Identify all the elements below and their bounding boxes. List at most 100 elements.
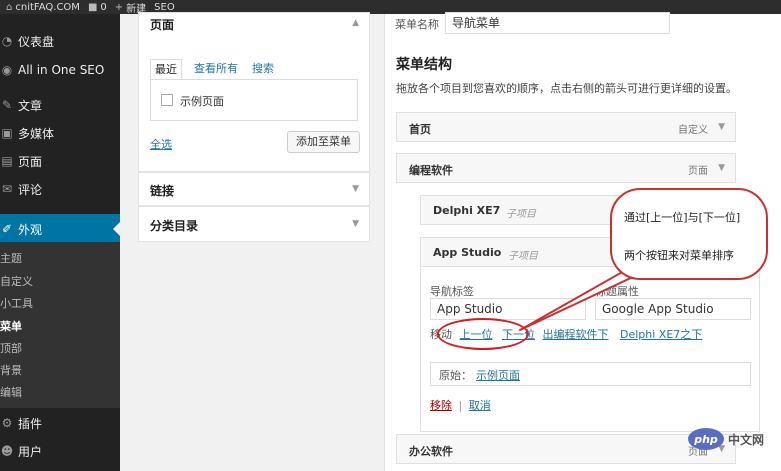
menu-item-type: 自定义 — [678, 125, 708, 136]
menu-item-programming[interactable]: 编程软件 页面 ▼ — [396, 153, 736, 183]
site-name: cnitFAQ.COM — [15, 1, 80, 13]
sidebar-item-plugins[interactable]: ⚙ 插件 — [0, 412, 120, 434]
submenu-item-background[interactable]: 背景 — [0, 362, 22, 378]
menu-item-home[interactable]: 首页 自定义 ▼ — [396, 112, 736, 142]
sidebar-item-label: 文章 — [18, 98, 43, 113]
sidebar-item-posts[interactable]: ✎ 文章 — [0, 94, 120, 116]
submenu-item-menus[interactable]: 菜单 — [0, 318, 22, 334]
nav-label-input[interactable]: App Studio — [430, 298, 586, 320]
annotation-line-2: 两个按钮来对菜单排序 — [624, 249, 734, 262]
original-page-link[interactable]: 示例页面 — [476, 367, 520, 383]
plus-icon: + — [114, 1, 124, 13]
comment-bubble-icon: ■ — [87, 1, 98, 13]
submenu-item-header[interactable]: 顶部 — [0, 340, 22, 356]
pages-metabox-title: 页面 — [150, 18, 175, 32]
action-separator: | — [458, 399, 463, 412]
sidebar-item-comments[interactable]: ✉ 评论 — [0, 178, 120, 200]
comments-count: 0 — [100, 1, 107, 13]
sidebar-item-seo[interactable]: ◉ All in One SEO — [0, 59, 120, 81]
menu-item-title: App Studio — [433, 246, 502, 259]
php-watermark: php 中文网 — [688, 426, 764, 452]
tab-search[interactable]: 搜索 — [252, 59, 274, 79]
plugin-icon: ⚙ — [1, 416, 13, 430]
tab-recent[interactable]: 最近 — [150, 59, 182, 79]
annotation-bubble: 通过[上一位]与[下一位] 两个按钮来对菜单排序 — [610, 188, 768, 280]
sidebar-item-label: 插件 — [18, 416, 43, 431]
nav-label-label: 导航标签 — [430, 285, 474, 298]
sidebar-item-label: 多媒体 — [18, 126, 55, 141]
media-icon: ▣ — [1, 126, 13, 140]
menu-name-label: 菜单名称 — [395, 18, 439, 31]
original-label: 原始： — [439, 369, 472, 382]
submenu-item-widgets[interactable]: 小工具 — [0, 295, 33, 311]
sidebar-item-label: 评论 — [18, 182, 43, 197]
menu-item-type: 页面 — [688, 166, 708, 177]
pages-tabs: 最近 查看所有 搜索 — [150, 59, 358, 79]
original-box: 原始： 示例页面 — [430, 362, 751, 386]
menu-structure-title: 菜单结构 — [396, 57, 452, 73]
sidebar-item-label: 外观 — [18, 222, 43, 237]
sidebar-item-label: 仪表盘 — [18, 34, 55, 49]
user-icon: ☻ — [0, 444, 14, 458]
appearance-submenu: 主题 自定义 小工具 菜单 顶部 背景 编辑 — [0, 242, 120, 408]
move-under-delphi-link[interactable]: Delphi XE7之下 — [620, 328, 702, 341]
menu-item-title: 首页 — [409, 123, 431, 136]
categories-metabox[interactable]: 分类目录 ▼ — [138, 206, 370, 242]
sample-page-checkbox[interactable] — [161, 94, 173, 106]
submenu-item-editor[interactable]: 编辑 — [0, 384, 22, 400]
sidebar-item-label: 页面 — [18, 154, 43, 169]
expand-arrow-icon[interactable]: ▼ — [718, 122, 725, 132]
add-to-menu-button[interactable]: 添加至菜单 — [287, 131, 360, 153]
annotation-line-1: 通过[上一位]与[下一位] — [624, 211, 741, 224]
submenu-item-themes[interactable]: 主题 — [0, 250, 22, 266]
seo-label: SEO — [154, 1, 175, 13]
menu-item-title: 办公软件 — [409, 445, 453, 458]
pages-metabox: 页面 ▲ 最近 查看所有 搜索 示例页面 全选 添加至菜单 — [138, 12, 370, 172]
sidebar-item-media[interactable]: ▣ 多媒体 — [0, 122, 120, 144]
seo-icon: ◉ — [1, 63, 13, 77]
collapse-arrow-icon[interactable]: ▲ — [352, 18, 359, 28]
menu-name-input[interactable]: 导航菜单 — [445, 12, 670, 34]
sidebar-item-dashboard[interactable]: ◔ 仪表盘 — [0, 30, 120, 52]
menu-item-office[interactable]: 办公软件 页面 ▼ — [396, 434, 736, 464]
menu-item-title: 编程软件 — [409, 164, 453, 177]
dashboard-icon: ◔ — [1, 34, 13, 48]
title-attr-input[interactable]: Google App Studio — [595, 298, 751, 320]
seo-link[interactable]: SEO — [154, 2, 175, 13]
sample-page-label: 示例页面 — [180, 95, 224, 108]
comment-icon: ✉ — [1, 182, 13, 196]
remove-link[interactable]: 移除 — [430, 399, 452, 412]
sidebar-item-pages[interactable]: ▤ 页面 — [0, 150, 120, 172]
categories-metabox-title: 分类目录 — [150, 219, 199, 233]
annotation-highlight-ellipse — [437, 318, 529, 350]
sidebar-item-label: 用户 — [18, 444, 43, 459]
links-metabox[interactable]: 链接 ▼ — [138, 172, 370, 206]
item-actions: 移除 | 取消 — [430, 397, 491, 413]
site-name-link[interactable]: ⌂ cnitFAQ.COM — [6, 2, 80, 13]
links-metabox-title: 链接 — [150, 184, 175, 198]
pin-icon: ✎ — [1, 98, 13, 112]
expand-arrow-icon[interactable]: ▼ — [352, 184, 359, 194]
title-attr-label: 标题属性 — [595, 285, 639, 298]
move-out-link[interactable]: 出编程软件下 — [543, 328, 609, 341]
watermark-text: 中文网 — [728, 432, 765, 447]
tab-view-all[interactable]: 查看所有 — [194, 59, 238, 79]
expand-arrow-icon[interactable]: ▼ — [352, 219, 359, 229]
menu-item-title: Delphi XE7 — [433, 204, 501, 217]
menu-item-subitem-tag: 子项目 — [508, 251, 538, 262]
sidebar-item-label: All in One SEO — [18, 63, 105, 77]
expand-arrow-icon[interactable]: ▼ — [718, 163, 725, 173]
home-icon: ⌂ — [6, 1, 13, 13]
sidebar-item-appearance[interactable]: ✐ 外观 — [0, 214, 120, 244]
brush-icon: ✐ — [1, 222, 13, 236]
menu-items-sidebar: 页面 ▲ 最近 查看所有 搜索 示例页面 全选 添加至菜单 链接 ▼ 分类目录 … — [138, 12, 370, 242]
comments-link[interactable]: ■ 0 — [88, 2, 107, 13]
menu-structure-description: 拖放各个项目到您喜欢的顺序，点击右侧的箭头可进行更详细的设置。 — [396, 82, 737, 95]
select-all-link[interactable]: 全选 — [150, 136, 172, 152]
sidebar-item-users[interactable]: ☻ 用户 — [0, 440, 120, 462]
page-icon: ▤ — [1, 154, 13, 168]
pages-checklist: 示例页面 — [150, 79, 358, 121]
php-logo: php — [688, 428, 724, 450]
submenu-item-customize[interactable]: 自定义 — [0, 273, 33, 289]
cancel-link[interactable]: 取消 — [469, 399, 491, 412]
